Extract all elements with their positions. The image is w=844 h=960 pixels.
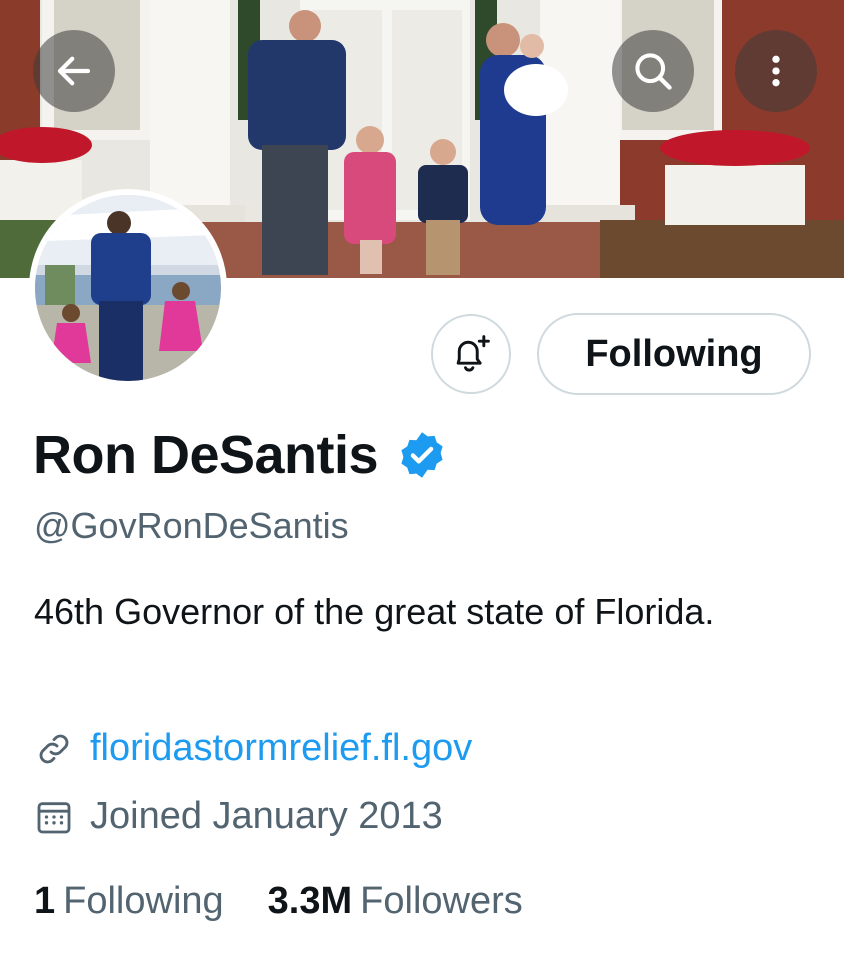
following-button[interactable]: Following (537, 313, 811, 395)
following-count: 1 (34, 880, 56, 922)
profile-bio: 46th Governor of the great state of Flor… (34, 591, 715, 632)
profile-avatar[interactable] (29, 189, 227, 387)
followers-count: 3.3M (267, 880, 353, 922)
more-options-button[interactable] (735, 30, 817, 112)
profile-name: Ron DeSantis (33, 425, 379, 485)
avatar-photo (35, 195, 221, 381)
search-icon (635, 53, 672, 90)
verified-badge-icon (401, 432, 443, 478)
profile-joined-row: Joined January 2013 (34, 795, 443, 838)
profile-handle: @GovRonDeSantis (34, 505, 349, 546)
back-button[interactable] (33, 30, 115, 112)
profile-website-row: floridastormrelief.fl.gov (34, 727, 472, 770)
followers-label: Followers (360, 880, 523, 922)
calendar-icon (37, 801, 71, 833)
more-vertical-icon (772, 55, 780, 87)
profile-website-link[interactable]: floridastormrelief.fl.gov (90, 727, 472, 770)
bell-plus-icon (456, 335, 490, 372)
search-button[interactable] (612, 30, 694, 112)
following-stat[interactable]: 1 Following (34, 880, 224, 923)
followers-stat[interactable]: 3.3M Followers (268, 880, 523, 923)
profile-stats: 1 Following 3.3M Followers (34, 880, 567, 923)
profile-name-row: Ron DeSantis (33, 424, 448, 486)
profile-joined-date: Joined January 2013 (90, 795, 443, 837)
notifications-button[interactable] (431, 314, 511, 394)
arrow-left-icon (57, 56, 91, 86)
following-label: Following (63, 880, 224, 922)
link-icon (39, 734, 69, 763)
